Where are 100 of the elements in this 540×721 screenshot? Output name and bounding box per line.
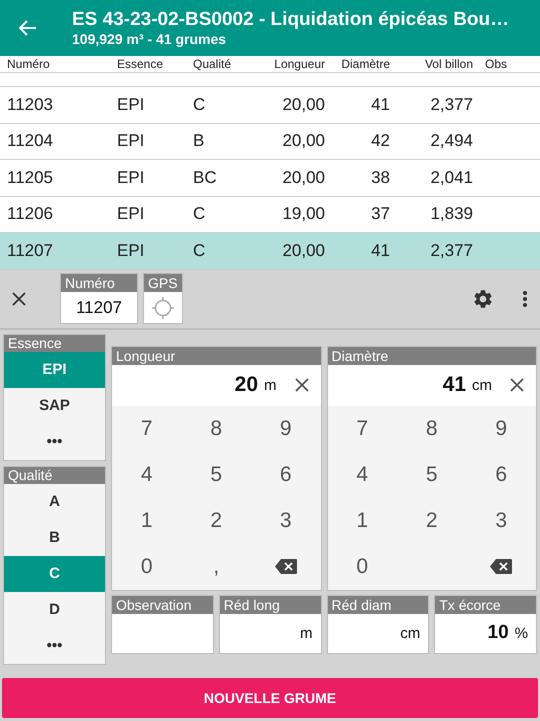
table-cell-text: C (192, 94, 206, 115)
table-row[interactable]: 11206 EPI C 19,00 37 1,839 (0, 196, 540, 233)
column-header: Essence (116, 57, 164, 71)
keypad-key[interactable]: 6 (466, 452, 536, 498)
backspace-icon (490, 559, 512, 574)
field-label: GPS (144, 274, 182, 292)
input-field[interactable]: m (220, 614, 320, 652)
group-label: Essence (4, 334, 105, 352)
field-label: Réd diam (328, 596, 428, 614)
table-cell-text: 11204 (6, 131, 54, 152)
table-cell-text: 1,839 (429, 204, 474, 224)
table-cell-text: 20,00 (281, 240, 326, 261)
keypad-key[interactable]: 1 (328, 498, 397, 544)
keypad-key[interactable]: , (182, 544, 251, 590)
table-cell-text: 11205 (6, 168, 54, 188)
back-arrow-icon (19, 20, 37, 36)
table-cell-text: EPI (116, 240, 146, 261)
table-cell-text: 11203 (6, 94, 54, 115)
table-cell-text: EPI (116, 131, 146, 152)
input-field[interactable]: cm (328, 614, 428, 652)
table-cell-text: B (192, 131, 206, 152)
keypad-key[interactable]: 7 (112, 406, 182, 452)
column-header: Diamètre (340, 57, 391, 71)
keypad-key[interactable]: 3 (251, 498, 320, 544)
field-value: 20 (234, 373, 258, 397)
backspace-icon (274, 559, 297, 574)
column-header: Numéro (6, 57, 51, 71)
keypad-key[interactable]: 2 (397, 498, 466, 544)
table-cell-text: 19,00 (281, 204, 326, 224)
option-button[interactable]: C (4, 556, 105, 592)
option-button[interactable]: SAP (4, 388, 105, 424)
table-cell-text: EPI (116, 168, 146, 188)
field-label: Longueur (112, 346, 320, 364)
table-cell-text: BC (192, 168, 218, 188)
more-vertical-icon (522, 290, 528, 308)
unit-label: cm (472, 376, 492, 394)
table-cell-text: 41 (370, 240, 391, 261)
page-title: ES 43-23-02-BS0002 - Liquidation épicéas Bou… (72, 8, 510, 31)
close-icon (12, 292, 26, 306)
field-label: Tx écorce (435, 596, 536, 614)
option-button[interactable]: EPI (4, 352, 105, 388)
option-button[interactable]: B (4, 520, 105, 556)
table-cell-text: 2,494 (429, 131, 474, 152)
keypad-key[interactable]: 8 (397, 406, 466, 452)
keypad-key[interactable]: 0 (112, 544, 182, 590)
table-cell-text: 2,041 (429, 168, 474, 188)
column-header: Vol billon (424, 57, 474, 71)
field-label: Diamètre (328, 346, 536, 364)
option-button[interactable]: ••• (4, 628, 105, 664)
field-label: Observation (112, 596, 213, 614)
table-cell-text: 11206 (6, 204, 54, 224)
page-subtitle: 109,929 m³ - 41 grumes (72, 31, 228, 48)
clear-icon (294, 378, 308, 392)
group-label: Qualité (4, 466, 105, 484)
column-header: Longueur (273, 57, 326, 71)
table-cell-text: 41 (370, 94, 391, 115)
crosshair-icon (150, 296, 175, 320)
unit-label: cm (400, 624, 420, 642)
keypad-key[interactable]: 4 (328, 452, 397, 498)
keypad-key[interactable]: 9 (466, 406, 536, 452)
keypad-key[interactable]: 8 (182, 406, 251, 452)
keypad-key[interactable]: 2 (182, 498, 251, 544)
table-cell-text: 2,377 (429, 94, 474, 115)
table-cell-text: 38 (370, 168, 391, 188)
option-button[interactable]: ••• (4, 424, 105, 460)
unit-label: % (514, 624, 528, 642)
keypad-key[interactable]: 4 (112, 452, 182, 498)
keypad-key[interactable]: 0 (328, 544, 397, 590)
unit-label: m (300, 624, 312, 642)
field-label: Numéro (61, 274, 137, 292)
input-field[interactable]: 10 % (435, 614, 536, 652)
option-button[interactable]: A (4, 484, 105, 520)
field-value: 10 (488, 622, 509, 644)
table-row[interactable]: 11207 EPI C 20,00 41 2,377 (0, 233, 540, 270)
table-row[interactable]: 11204 EPI B 20,00 42 2,494 (0, 124, 540, 160)
table-cell-text: 20,00 (281, 94, 326, 115)
new-log-button[interactable]: NOUVELLE GRUME (2, 678, 538, 718)
table-cell-text: 20,00 (281, 131, 326, 152)
keypad-key[interactable]: 7 (328, 406, 397, 452)
keypad-key[interactable]: 5 (397, 452, 466, 498)
table-cell-text: 11207 (6, 240, 54, 261)
keypad-key[interactable]: 5 (182, 452, 251, 498)
table-cell-text: 2,377 (429, 240, 474, 261)
column-header: Qualité (192, 57, 232, 71)
keypad-key[interactable]: 3 (466, 498, 536, 544)
unit-label: m (264, 376, 276, 394)
option-button[interactable]: D (4, 592, 105, 628)
column-header: Obs (484, 57, 508, 71)
keypad-key[interactable]: 6 (251, 452, 320, 498)
table-cell-text: C (192, 204, 206, 224)
keypad-key[interactable]: 1 (112, 498, 182, 544)
keypad-key[interactable]: 9 (251, 406, 320, 452)
settings-icon (472, 288, 494, 310)
number-field[interactable]: 11207 (61, 292, 137, 323)
table-cell-text: 42 (370, 131, 391, 152)
table-cell-text: EPI (116, 204, 146, 224)
table-cell-text: 37 (370, 204, 391, 224)
field-label: Réd long (220, 596, 320, 614)
table-cell-text: C (192, 240, 206, 261)
table-cell-text: EPI (116, 94, 146, 115)
